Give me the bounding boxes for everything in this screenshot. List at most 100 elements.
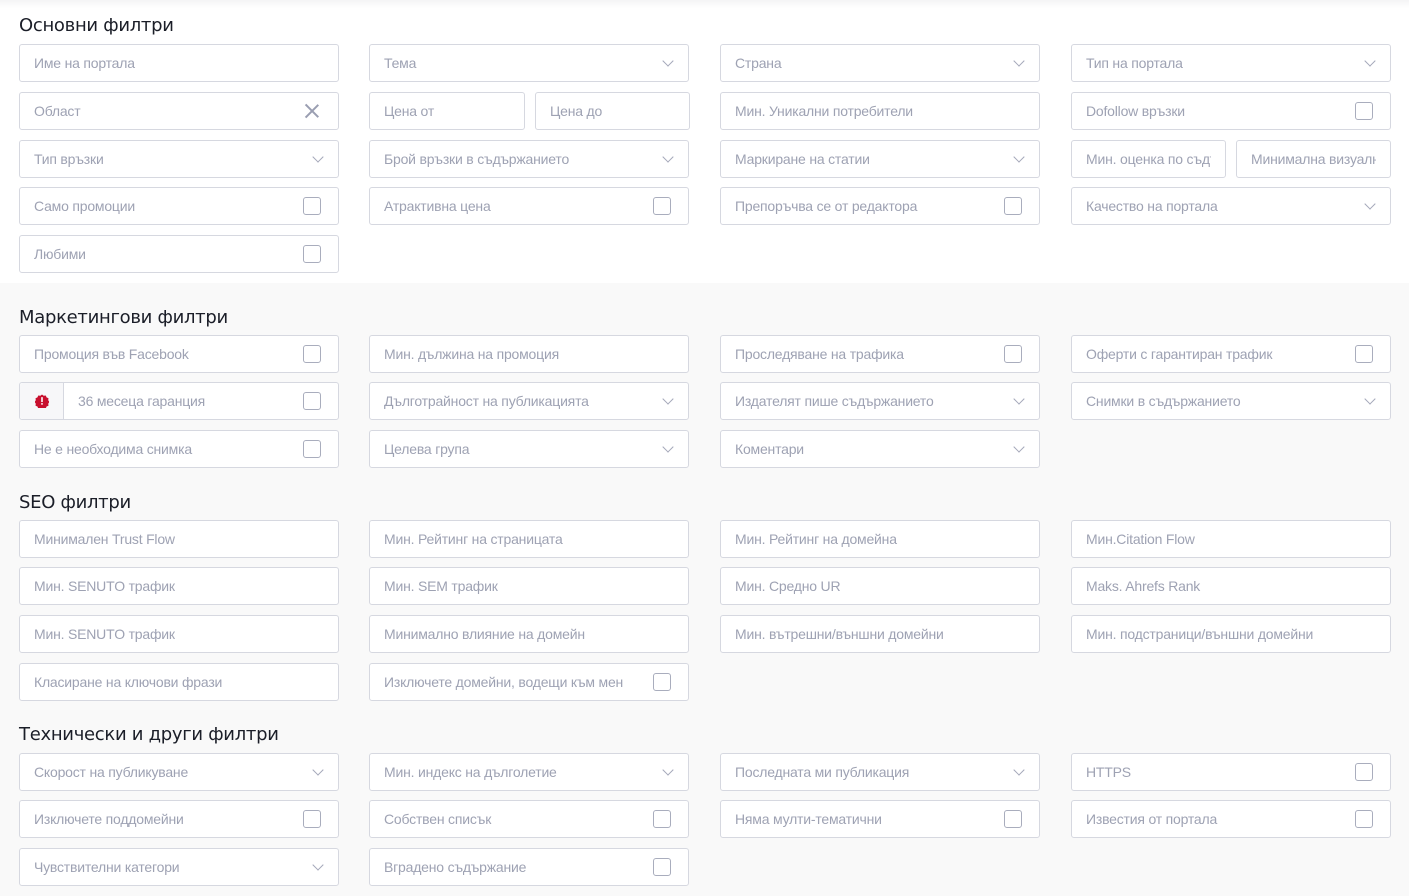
- chevron-down-icon[interactable]: [662, 58, 672, 68]
- country-select[interactable]: Страна: [720, 44, 1040, 82]
- favorites-checkbox[interactable]: Любими: [19, 235, 339, 273]
- min-domain-influence-label: Минимално влияние на домейн: [384, 626, 585, 642]
- no-photo-needed-checkbox-box[interactable]: [303, 440, 321, 458]
- publisher-writes-select[interactable]: Издателят пише съдържанието: [720, 382, 1040, 420]
- chevron-down-icon[interactable]: [662, 154, 672, 164]
- dofollow-links-checkbox-box[interactable]: [1355, 102, 1373, 120]
- min-sem-traffic-input[interactable]: Мин. SEM трафик: [369, 567, 689, 605]
- min-sem-traffic-label: Мин. SEM трафик: [384, 578, 498, 594]
- facebook-promo-checkbox[interactable]: Промоция във Facebook: [19, 335, 339, 373]
- links-in-content-select[interactable]: Брой връзки в съдържанието: [369, 140, 689, 178]
- portal-notifications-checkbox[interactable]: Известия от портала: [1071, 800, 1391, 838]
- min-senuto-traffic-2-input[interactable]: Мин. SENUTO трафик: [19, 615, 339, 653]
- chevron-down-icon[interactable]: [312, 154, 322, 164]
- publish-speed-select[interactable]: Скорост на публикуване: [19, 753, 339, 791]
- min-subpages-external-label: Мин. подстраници/външни домейни: [1086, 626, 1314, 642]
- dofollow-links-checkbox[interactable]: Dofollow връзки: [1071, 92, 1391, 130]
- article-marking-select[interactable]: Маркиране на статии: [720, 140, 1040, 178]
- price-from-input[interactable]: Цена от: [369, 92, 525, 130]
- guaranteed-traffic-checkbox-box[interactable]: [1355, 345, 1373, 363]
- publication-durability-select[interactable]: Дълготрайност на публикацията: [369, 382, 689, 420]
- embedded-content-checkbox[interactable]: Вградено съдържание: [369, 848, 689, 886]
- chevron-down-icon[interactable]: [1013, 396, 1023, 406]
- exclude-subdomains-checkbox-box[interactable]: [303, 810, 321, 828]
- min-subpages-external-input[interactable]: Мин. подстраници/външни домейни: [1071, 615, 1391, 653]
- min-visual-input[interactable]: Минимална визуална оценка: [1236, 140, 1391, 178]
- min-longevity-index-select[interactable]: Мин. индекс на дълголетие: [369, 753, 689, 791]
- min-senuto-traffic-input[interactable]: Мин. SENUTO трафик: [19, 567, 339, 605]
- chevron-down-icon[interactable]: [1364, 201, 1374, 211]
- topic-select[interactable]: Тема: [369, 44, 689, 82]
- embedded-content-checkbox-box[interactable]: [653, 858, 671, 876]
- editor-recommended-label: Препоръчва се от редактора: [735, 198, 918, 214]
- price-to-input[interactable]: Цена до: [535, 92, 690, 130]
- https-checkbox[interactable]: HTTPS: [1071, 753, 1391, 791]
- guarantee-36-checkbox[interactable]: 36 месеца гаранция: [19, 382, 339, 420]
- https-checkbox-box[interactable]: [1355, 763, 1373, 781]
- link-type-select[interactable]: Тип връзки: [19, 140, 339, 178]
- min-internal-external-input[interactable]: Мин. вътрешни/външни домейни: [720, 615, 1040, 653]
- no-multi-topic-checkbox-box[interactable]: [1004, 810, 1022, 828]
- editor-recommended-checkbox-box[interactable]: [1004, 197, 1022, 215]
- exclude-domains-linking-checkbox[interactable]: Изключете домейни, водещи към мен: [369, 663, 689, 701]
- content-photos-select[interactable]: Снимки в съдържанието: [1071, 382, 1391, 420]
- chevron-down-icon[interactable]: [312, 862, 322, 872]
- comments-select[interactable]: Коментари: [720, 430, 1040, 468]
- favorites-checkbox-box[interactable]: [303, 245, 321, 263]
- guarantee-prefix: [20, 383, 64, 419]
- target-group-label: Целева група: [384, 441, 470, 457]
- exclude-subdomains-checkbox[interactable]: Изключете поддомейни: [19, 800, 339, 838]
- no-multi-topic-checkbox[interactable]: Няма мулти-тематични: [720, 800, 1040, 838]
- no-photo-needed-checkbox[interactable]: Не е необходима снимка: [19, 430, 339, 468]
- min-content-score-input[interactable]: Мин. оценка по съдържание: [1071, 140, 1226, 178]
- country-label: Страна: [735, 55, 782, 71]
- https-label: HTTPS: [1086, 764, 1131, 780]
- guaranteed-traffic-checkbox[interactable]: Оферти с гарантиран трафик: [1071, 335, 1391, 373]
- min-promo-length-input[interactable]: Мин. дължина на промоция: [369, 335, 689, 373]
- portal-notifications-checkbox-box[interactable]: [1355, 810, 1373, 828]
- portal-name-input[interactable]: Име на портала: [19, 44, 339, 82]
- publication-durability-label: Дълготрайност на публикацията: [384, 393, 589, 409]
- attractive-price-checkbox-box[interactable]: [653, 197, 671, 215]
- chevron-down-icon[interactable]: [1013, 767, 1023, 777]
- chevron-down-icon[interactable]: [662, 444, 672, 454]
- min-avg-ur-input[interactable]: Мин. Средно UR: [720, 567, 1040, 605]
- max-ahrefs-rank-input[interactable]: Maks. Ahrefs Rank: [1071, 567, 1391, 605]
- editor-recommended-checkbox[interactable]: Препоръчва се от редактора: [720, 187, 1040, 225]
- chevron-down-icon[interactable]: [662, 767, 672, 777]
- traffic-tracking-checkbox-box[interactable]: [1004, 345, 1022, 363]
- own-list-checkbox[interactable]: Собствен списък: [369, 800, 689, 838]
- min-trust-flow-input[interactable]: Минимален Trust Flow: [19, 520, 339, 558]
- min-domain-influence-input[interactable]: Минимално влияние на домейн: [369, 615, 689, 653]
- alert-badge-icon: [34, 394, 49, 408]
- facebook-promo-checkbox-box[interactable]: [303, 345, 321, 363]
- min-citation-flow-input[interactable]: Мин.Citation Flow: [1071, 520, 1391, 558]
- no-photo-needed-label: Не е необходима снимка: [34, 441, 192, 457]
- chevron-down-icon[interactable]: [1013, 58, 1023, 68]
- min-unique-users-input[interactable]: Мин. Уникални потребители: [720, 92, 1040, 130]
- traffic-tracking-checkbox[interactable]: Проследяване на трафика: [720, 335, 1040, 373]
- clear-icon[interactable]: [305, 104, 319, 118]
- my-last-publication-select[interactable]: Последната ми публикация: [720, 753, 1040, 791]
- chevron-down-icon[interactable]: [1013, 444, 1023, 454]
- promotions-only-checkbox[interactable]: Само промоции: [19, 187, 339, 225]
- own-list-checkbox-box[interactable]: [653, 810, 671, 828]
- portal-quality-select[interactable]: Качество на портала: [1071, 187, 1391, 225]
- chevron-down-icon[interactable]: [1013, 154, 1023, 164]
- min-avg-ur-label: Мин. Средно UR: [735, 578, 841, 594]
- region-input[interactable]: Област: [19, 92, 339, 130]
- guarantee-36-checkbox-box[interactable]: [303, 392, 321, 410]
- min-domain-rating-input[interactable]: Мин. Рейтинг на домейна: [720, 520, 1040, 558]
- sensitive-categories-select[interactable]: Чувствителни категори: [19, 848, 339, 886]
- promotions-only-checkbox-box[interactable]: [303, 197, 321, 215]
- attractive-price-checkbox[interactable]: Атрактивна цена: [369, 187, 689, 225]
- min-page-rating-input[interactable]: Мин. Рейтинг на страницата: [369, 520, 689, 558]
- portal-type-select[interactable]: Тип на портала: [1071, 44, 1391, 82]
- chevron-down-icon[interactable]: [1364, 58, 1374, 68]
- target-group-select[interactable]: Целева група: [369, 430, 689, 468]
- chevron-down-icon[interactable]: [312, 767, 322, 777]
- exclude-domains-linking-checkbox-box[interactable]: [653, 673, 671, 691]
- chevron-down-icon[interactable]: [1364, 396, 1374, 406]
- keyword-ranking-input[interactable]: Класиране на ключови фрази: [19, 663, 339, 701]
- chevron-down-icon[interactable]: [662, 396, 672, 406]
